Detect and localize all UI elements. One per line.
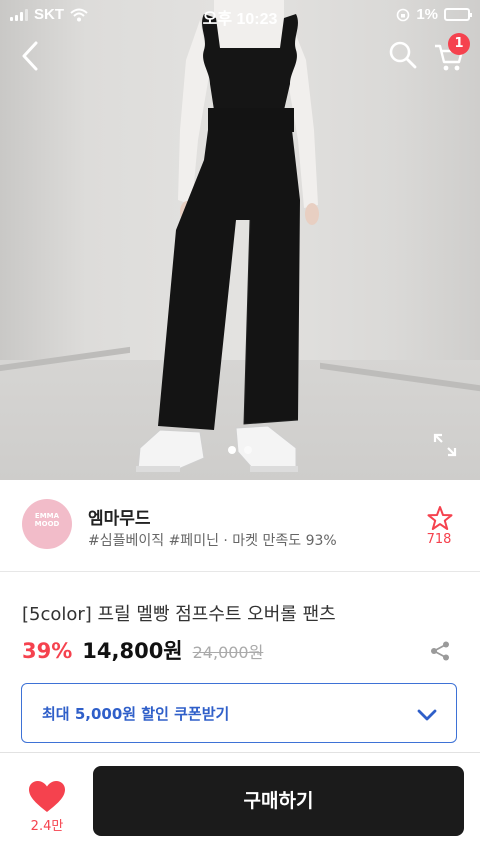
shop-name[interactable]: 엠마무드 (88, 504, 151, 529)
status-bar: SKT 오후 10:23 1% (0, 0, 480, 30)
price-row: 39% 14,800원 24,000원 (22, 635, 263, 665)
pagination-dot[interactable] (244, 446, 252, 454)
shop-logo[interactable]: EMMA MOOD (22, 499, 72, 549)
search-icon[interactable] (386, 38, 420, 72)
shop-logo-text: EMMA MOOD (34, 512, 60, 528)
gallery-pagination (0, 446, 480, 454)
product-title: [5color] 프릴 멜빵 점프수트 오버롤 팬츠 (22, 604, 336, 625)
back-icon[interactable] (14, 38, 50, 74)
star-icon[interactable] (427, 505, 453, 531)
heart-icon[interactable] (28, 780, 66, 814)
chevron-down-icon (417, 709, 437, 721)
expand-icon[interactable] (432, 432, 458, 458)
favorite-count: 718 (426, 532, 452, 547)
pagination-dot[interactable] (228, 446, 236, 454)
sale-price: 14,800원 (82, 639, 183, 663)
shop-row[interactable]: EMMA MOOD 엠마무드 #심플베이직 #페미닌 · 마켓 만족도 93% (0, 480, 480, 572)
like-count: 2.4만 (30, 819, 64, 834)
orientation-lock-icon (397, 8, 410, 21)
discount-rate: 39% (22, 639, 73, 663)
battery-percent: 1% (416, 6, 438, 23)
battery-icon (444, 8, 472, 21)
product-image[interactable] (0, 0, 480, 480)
model-photo (136, 0, 319, 472)
coupon-label: 최대 5,000원 할인 쿠폰받기 (42, 705, 230, 723)
share-icon[interactable] (429, 640, 451, 662)
coupon-button[interactable]: 최대 5,000원 할인 쿠폰받기 (21, 683, 457, 743)
cart-badge: 1 (448, 33, 470, 55)
original-price: 24,000원 (192, 643, 264, 662)
buy-button[interactable]: 구매하기 (93, 766, 464, 836)
shop-tags: #심플베이직 #페미닌 · 마켓 만족도 93% (88, 533, 337, 549)
